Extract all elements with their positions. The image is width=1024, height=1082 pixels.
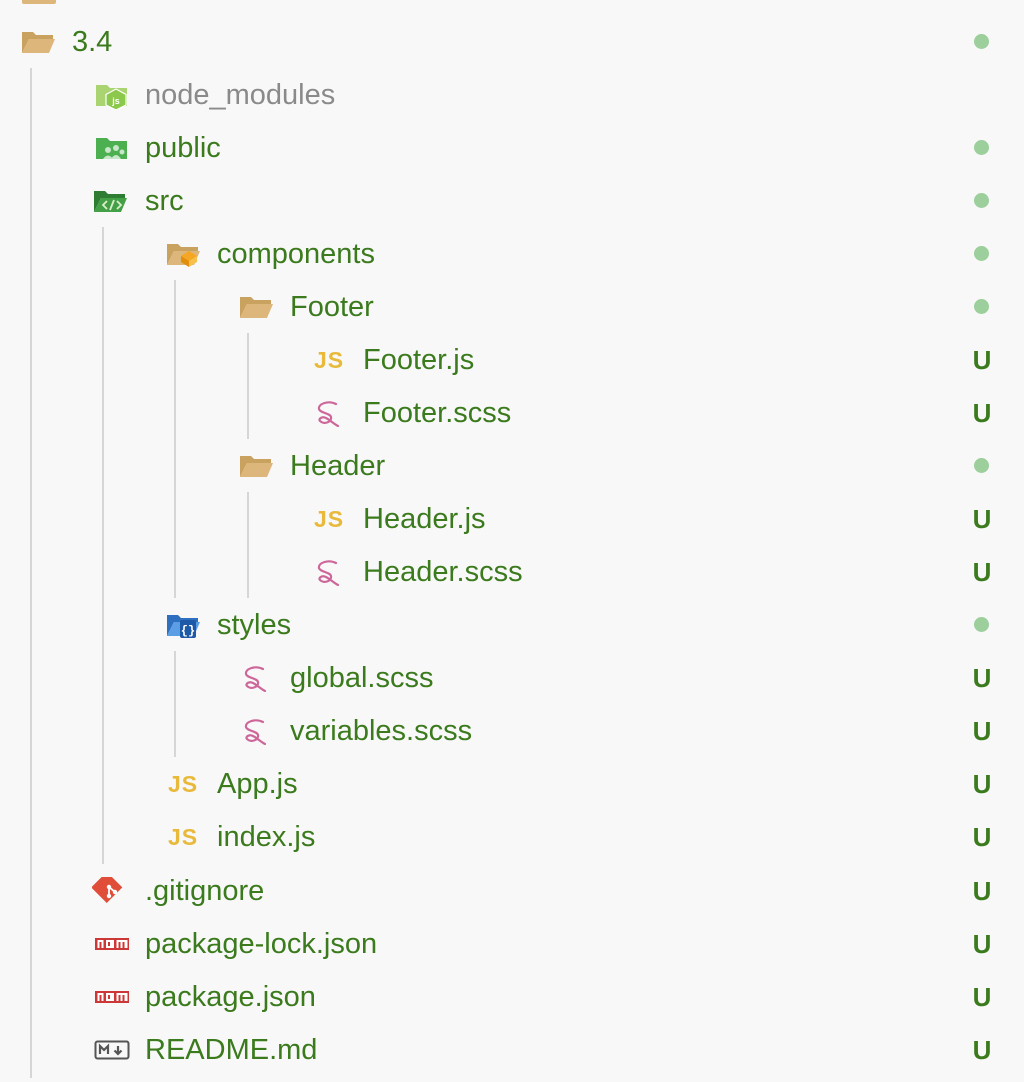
tree-file-readme-md[interactable]: README.md U bbox=[0, 1023, 1024, 1076]
tree-folder-public[interactable]: public bbox=[0, 121, 1024, 174]
npm-icon bbox=[94, 983, 130, 1011]
sass-file-icon bbox=[312, 399, 348, 427]
tree-label: package.json bbox=[145, 981, 316, 1013]
sass-file-icon bbox=[239, 717, 275, 745]
js-file-icon: JS bbox=[168, 771, 199, 797]
modified-dot bbox=[974, 34, 989, 49]
tree-folder-components[interactable]: components bbox=[0, 227, 1024, 280]
tree-file-variables-scss[interactable]: variables.scss U bbox=[0, 704, 1024, 757]
untracked-badge: U bbox=[972, 929, 992, 959]
tree-label: App.js bbox=[217, 768, 298, 800]
untracked-badge: U bbox=[972, 769, 992, 799]
components-folder-icon bbox=[165, 240, 201, 268]
tree-label: index.js bbox=[217, 821, 316, 853]
modified-dot bbox=[974, 246, 989, 261]
sass-file-icon bbox=[312, 558, 348, 586]
tree-label: public bbox=[145, 132, 221, 164]
js-file-icon: JS bbox=[168, 824, 199, 850]
tree-label: .gitignore bbox=[145, 875, 265, 907]
js-file-icon: JS bbox=[314, 506, 345, 532]
js-file-icon: JS bbox=[314, 347, 345, 373]
untracked-badge: U bbox=[972, 345, 992, 375]
untracked-badge: U bbox=[972, 398, 992, 428]
svg-text:{}: {} bbox=[181, 624, 195, 638]
tree-file-app-js[interactable]: JS App.js U bbox=[0, 757, 1024, 810]
folder-open-icon bbox=[238, 293, 274, 321]
tree-file-global-scss[interactable]: global.scss U bbox=[0, 651, 1024, 704]
tree-file-header-scss[interactable]: Header.scss U bbox=[0, 545, 1024, 598]
modified-dot bbox=[974, 299, 989, 314]
tree-label: global.scss bbox=[290, 662, 434, 694]
markdown-icon bbox=[94, 1036, 130, 1064]
tree-file-index-js[interactable]: JS index.js U bbox=[0, 810, 1024, 863]
folder-open-icon bbox=[238, 452, 274, 480]
untracked-badge: U bbox=[972, 663, 992, 693]
tree-folder-footer[interactable]: Footer bbox=[0, 280, 1024, 333]
file-explorer: 3.4 js node_modules public src component… bbox=[0, 0, 1024, 1082]
tree-label: variables.scss bbox=[290, 715, 473, 747]
git-icon bbox=[92, 877, 128, 905]
tree-folder-src[interactable]: src bbox=[0, 174, 1024, 227]
untracked-badge: U bbox=[972, 1035, 992, 1065]
folder-open-icon bbox=[20, 28, 56, 56]
tree-file-package-json[interactable]: package.json U bbox=[0, 970, 1024, 1023]
tree-file-gitignore[interactable]: .gitignore U bbox=[0, 864, 1024, 917]
tree-label: components bbox=[217, 238, 375, 270]
tree-file-footer-scss[interactable]: Footer.scss U bbox=[0, 386, 1024, 439]
sass-file-icon bbox=[239, 664, 275, 692]
tree-file-footer-js[interactable]: JS Footer.js U bbox=[0, 333, 1024, 386]
tree-label: 3.4 bbox=[72, 26, 113, 58]
tree-label: README.md bbox=[145, 1034, 318, 1066]
tree-label: Header.js bbox=[363, 503, 486, 535]
tree-label: Footer bbox=[290, 291, 374, 323]
tree-label: Header bbox=[290, 450, 386, 482]
src-folder-icon bbox=[92, 187, 128, 215]
untracked-badge: U bbox=[972, 822, 992, 852]
svg-text:js: js bbox=[111, 96, 120, 106]
partial-folder-icon bbox=[22, 0, 56, 4]
tree-label: node_modules bbox=[145, 79, 336, 111]
modified-dot bbox=[974, 140, 989, 155]
modified-dot bbox=[974, 193, 989, 208]
untracked-badge: U bbox=[972, 876, 992, 906]
tree-label: Footer.js bbox=[363, 344, 475, 376]
styles-folder-icon: {} bbox=[165, 611, 201, 639]
tree-folder-styles[interactable]: {} styles bbox=[0, 598, 1024, 651]
node-folder-icon: js bbox=[94, 81, 130, 109]
untracked-badge: U bbox=[972, 716, 992, 746]
untracked-badge: U bbox=[972, 504, 992, 534]
tree-label: package-lock.json bbox=[145, 928, 378, 960]
untracked-badge: U bbox=[972, 557, 992, 587]
tree-label: Header.scss bbox=[363, 556, 523, 588]
tree-label: src bbox=[145, 185, 184, 217]
public-folder-icon bbox=[94, 134, 130, 162]
tree-folder-header[interactable]: Header bbox=[0, 439, 1024, 492]
tree-folder-3-4[interactable]: 3.4 bbox=[0, 15, 1024, 68]
tree-folder-node-modules[interactable]: js node_modules bbox=[0, 68, 1024, 121]
npm-icon bbox=[94, 930, 130, 958]
modified-dot bbox=[974, 617, 989, 632]
tree-label: Footer.scss bbox=[363, 397, 512, 429]
modified-dot bbox=[974, 458, 989, 473]
tree-file-header-js[interactable]: JS Header.js U bbox=[0, 492, 1024, 545]
tree-file-package-lock-json[interactable]: package-lock.json U bbox=[0, 917, 1024, 970]
tree-label: styles bbox=[217, 609, 292, 641]
untracked-badge: U bbox=[972, 982, 992, 1012]
